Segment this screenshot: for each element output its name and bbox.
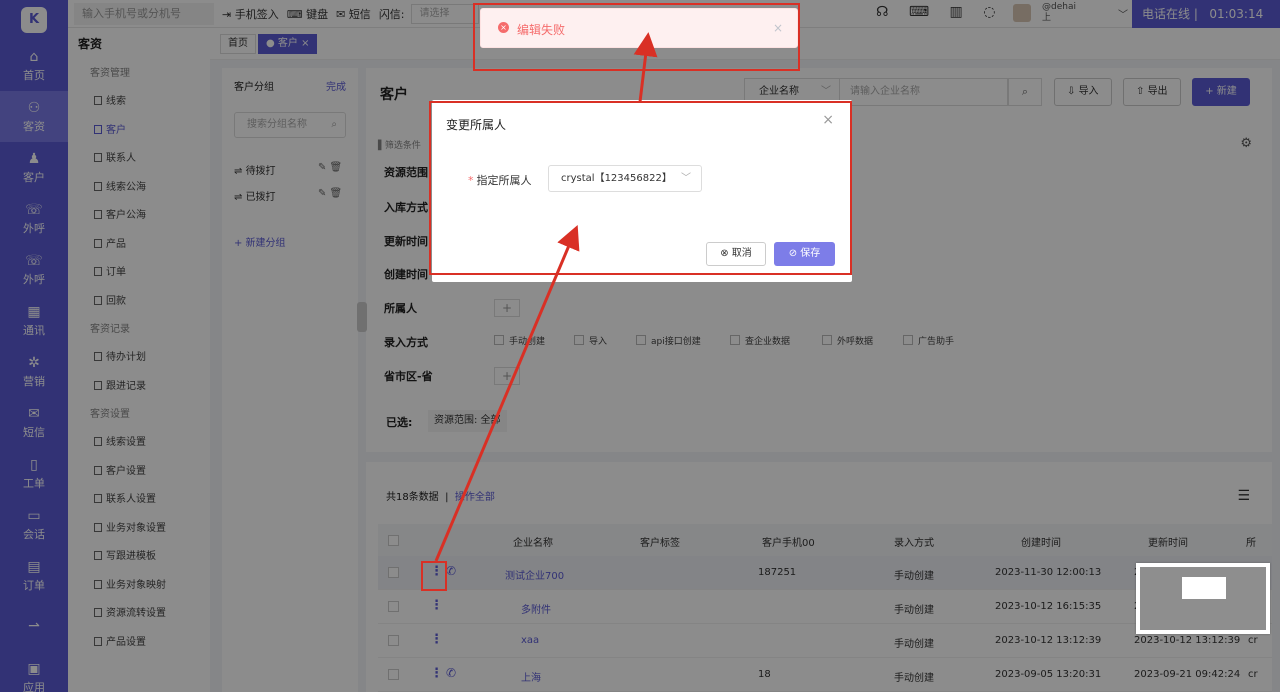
thumbnail-dialog [1182,577,1226,599]
thumbnail-image [1140,567,1266,630]
annotation-box-dialog [429,101,852,275]
annotation-box-row-menu [421,561,447,591]
screenshot-thumbnail[interactable] [1136,563,1270,634]
annotation-box-toast [473,3,800,71]
